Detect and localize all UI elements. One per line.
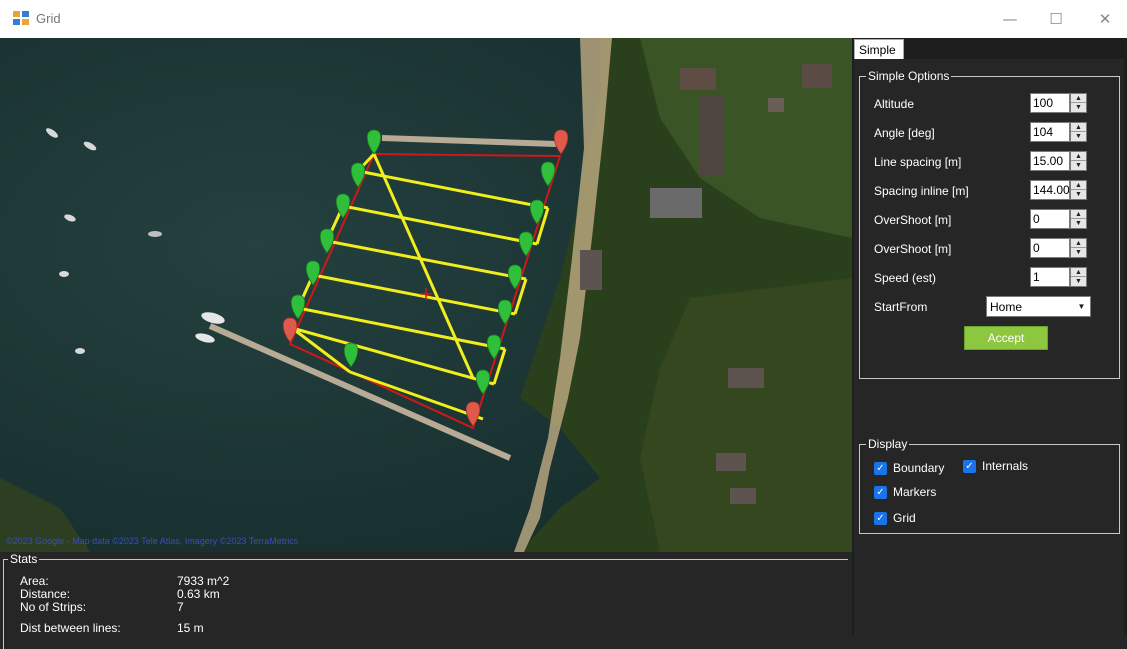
close-button[interactable]: ✕	[1095, 9, 1115, 29]
start-from-select[interactable]: Home ▼	[986, 296, 1091, 317]
overshoot-input[interactable]: 0	[1030, 209, 1070, 229]
spacing-inline-input[interactable]: 144.00	[1030, 180, 1070, 200]
line-spacing-spin-buttons[interactable]: ▲ ▼	[1070, 151, 1087, 171]
overshoot-2-label: OverShoot [m]	[874, 242, 952, 256]
triangle-up-icon[interactable]: ▲	[1071, 123, 1086, 132]
map-canvas[interactable]	[0, 38, 852, 552]
overshoot-2-spin-buttons[interactable]: ▲ ▼	[1070, 238, 1087, 258]
title-bar: Grid — ☐ ✕	[0, 0, 1127, 38]
triangle-down-icon[interactable]: ▼	[1073, 297, 1090, 316]
triangle-up-icon[interactable]: ▲	[1071, 152, 1086, 161]
building	[680, 68, 716, 90]
stat-label-distance: Distance:	[20, 587, 71, 601]
simple-options-group: Simple Options Altitude 100 ▲ ▼ Angle [d…	[859, 69, 1120, 379]
internals-label: Internals	[982, 459, 1029, 473]
markers-label: Markers	[893, 485, 937, 499]
checkmark-icon[interactable]: ✓	[874, 486, 887, 499]
triangle-down-icon[interactable]: ▼	[1071, 190, 1086, 199]
speed-spin-buttons[interactable]: ▲ ▼	[1070, 267, 1087, 287]
building	[768, 98, 784, 112]
checkmark-icon[interactable]: ✓	[874, 462, 887, 475]
tab-page-simple: Simple Options Altitude 100 ▲ ▼ Angle [d…	[854, 59, 1124, 635]
display-legend: Display	[866, 437, 910, 451]
stats-frame	[3, 559, 848, 649]
triangle-up-icon[interactable]: ▲	[1071, 94, 1086, 103]
altitude-spin-buttons[interactable]: ▲ ▼	[1070, 93, 1087, 113]
line-spacing-label: Line spacing [m]	[874, 155, 962, 169]
triangle-up-icon[interactable]: ▲	[1071, 268, 1086, 277]
boundary-label: Boundary	[893, 461, 945, 475]
building	[802, 64, 832, 88]
tab-strip: Simple	[852, 38, 1127, 60]
overshoot-2-stepper[interactable]: 0 ▲ ▼	[1030, 238, 1088, 258]
checkmark-icon[interactable]: ✓	[874, 512, 887, 525]
spacing-inline-label: Spacing inline [m]	[874, 184, 969, 198]
start-from-value: Home	[990, 300, 1023, 314]
building	[580, 250, 602, 290]
triangle-down-icon[interactable]: ▼	[1071, 132, 1086, 141]
angle-stepper[interactable]: 104 ▲ ▼	[1030, 122, 1088, 142]
start-from-label: StartFrom	[874, 300, 928, 314]
triangle-down-icon[interactable]: ▼	[1071, 219, 1086, 228]
boat	[59, 271, 69, 277]
simple-options-legend: Simple Options	[866, 69, 952, 83]
speed-stepper[interactable]: 1 ▲ ▼	[1030, 267, 1088, 287]
triangle-down-icon[interactable]: ▼	[1071, 277, 1086, 286]
triangle-down-icon[interactable]: ▼	[1071, 103, 1086, 112]
overshoot-2-input[interactable]: 0	[1030, 238, 1070, 258]
stat-value-distance: 0.63 km	[177, 587, 220, 601]
building	[728, 368, 764, 388]
options-panel: Simple Simple Options Altitude 100 ▲ ▼ A…	[852, 38, 1127, 635]
stat-label-strips: No of Strips:	[20, 600, 87, 614]
angle-spin-buttons[interactable]: ▲ ▼	[1070, 122, 1087, 142]
stat-value-strips: 7	[177, 600, 184, 614]
grid-app-icon	[13, 11, 29, 25]
altitude-stepper[interactable]: 100 ▲ ▼	[1030, 93, 1088, 113]
accept-button[interactable]: Accept	[964, 326, 1048, 350]
speed-input[interactable]: 1	[1030, 267, 1070, 287]
speed-label: Speed (est)	[874, 271, 937, 285]
overshoot-label: OverShoot [m]	[874, 213, 952, 227]
stat-label-area: Area:	[20, 574, 49, 588]
overshoot-spin-buttons[interactable]: ▲ ▼	[1070, 209, 1087, 229]
building	[650, 188, 702, 218]
triangle-down-icon[interactable]: ▼	[1071, 248, 1086, 257]
line-spacing-stepper[interactable]: 15.00 ▲ ▼	[1030, 151, 1088, 171]
boat	[75, 348, 85, 354]
satellite-map[interactable]: ©2023 Google - Map data ©2023 Tele Atlas…	[0, 38, 852, 552]
line-spacing-input[interactable]: 15.00	[1030, 151, 1070, 171]
spacing-inline-spin-buttons[interactable]: ▲ ▼	[1070, 180, 1087, 200]
minimize-button[interactable]: —	[1000, 9, 1020, 29]
map-attribution: ©2023 Google - Map data ©2023 Tele Atlas…	[6, 536, 299, 546]
checkmark-icon[interactable]: ✓	[963, 460, 976, 473]
boat	[148, 231, 162, 237]
stats-panel: Stats Area: 7933 m^2 Distance: 0.63 km N…	[0, 552, 852, 649]
grid-label: Grid	[893, 511, 916, 525]
window-title: Grid	[36, 11, 61, 26]
stat-label-line-distance: Dist between lines:	[20, 621, 121, 635]
triangle-up-icon[interactable]: ▲	[1071, 239, 1086, 248]
triangle-up-icon[interactable]: ▲	[1071, 210, 1086, 219]
stats-legend: Stats	[8, 552, 40, 566]
triangle-down-icon[interactable]: ▼	[1071, 161, 1086, 170]
altitude-input[interactable]: 100	[1030, 93, 1070, 113]
tab-simple[interactable]: Simple	[854, 39, 904, 60]
stat-value-area: 7933 m^2	[177, 574, 230, 588]
altitude-label: Altitude	[874, 97, 915, 111]
building	[716, 453, 746, 471]
angle-input[interactable]: 104	[1030, 122, 1070, 142]
spacing-inline-stepper[interactable]: 144.00 ▲ ▼	[1030, 180, 1088, 200]
triangle-up-icon[interactable]: ▲	[1071, 181, 1086, 190]
maximize-button[interactable]: ☐	[1046, 9, 1066, 29]
building	[730, 488, 756, 504]
display-group: Display ✓ Boundary ✓ Internals ✓ Markers…	[859, 437, 1120, 534]
overshoot-stepper[interactable]: 0 ▲ ▼	[1030, 209, 1088, 229]
building	[700, 96, 724, 176]
angle-label: Angle [deg]	[874, 126, 935, 140]
markers-checkbox[interactable]: ✓ Markers	[874, 485, 964, 501]
stat-value-line-distance: 15 m	[177, 621, 204, 635]
internals-checkbox[interactable]: ✓ Internals	[963, 459, 1053, 475]
boundary-checkbox[interactable]: ✓ Boundary	[874, 461, 964, 477]
grid-checkbox[interactable]: ✓ Grid	[874, 511, 964, 527]
